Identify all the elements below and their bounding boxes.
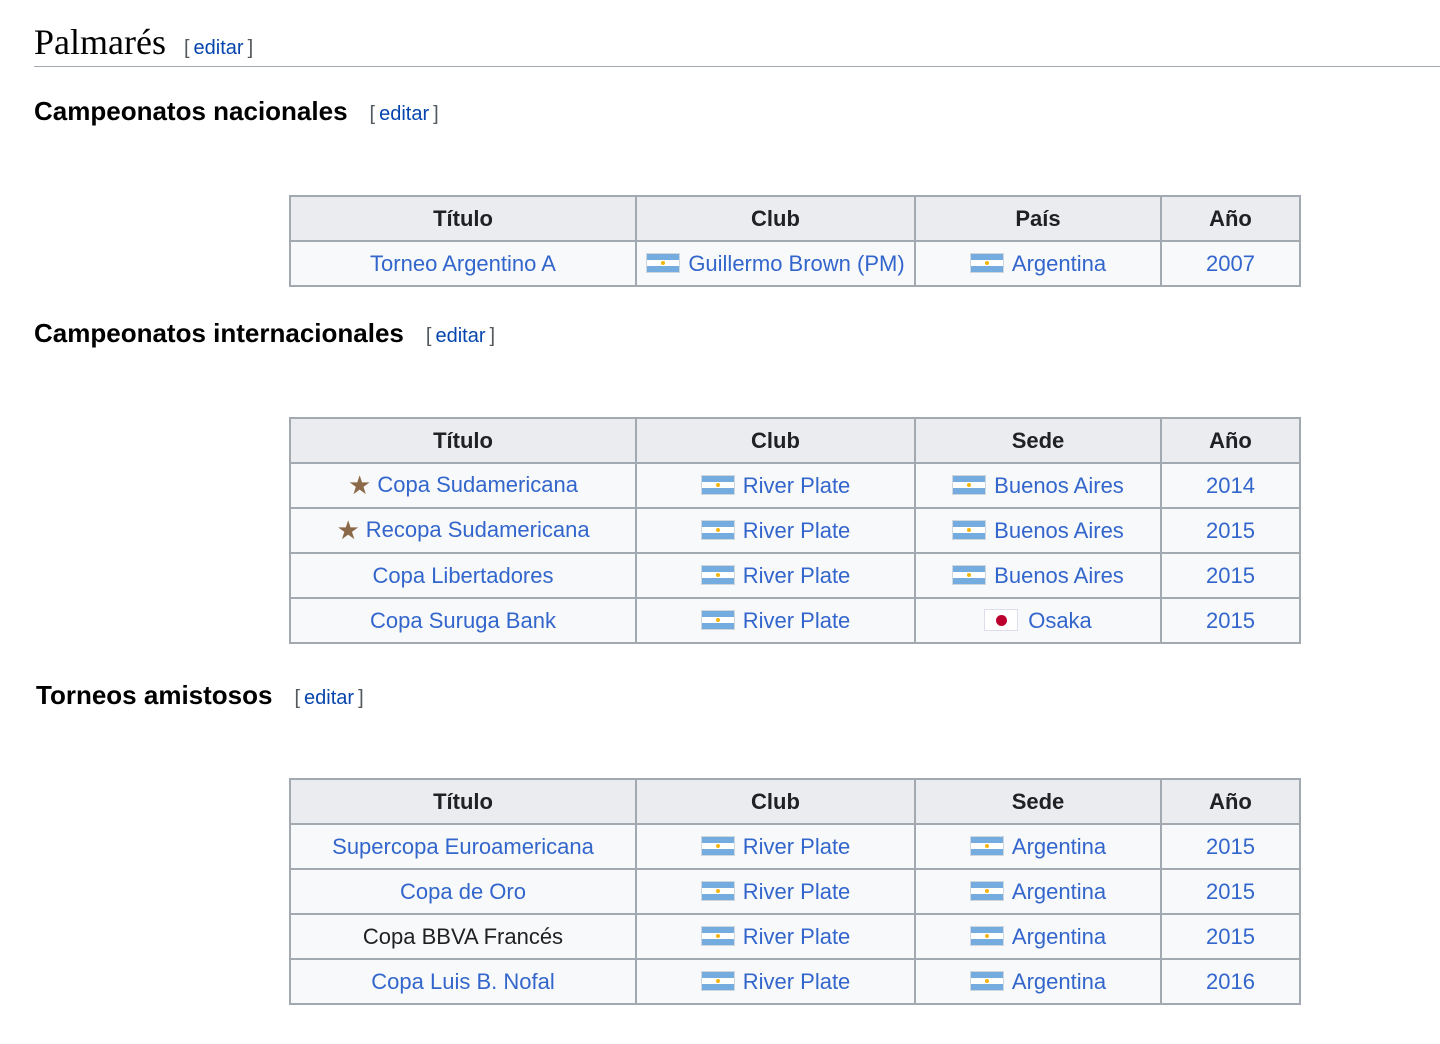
subheading-campeonatos-nacionales: Campeonatos nacionales [editar] — [34, 96, 439, 129]
club-link[interactable]: River Plate — [743, 924, 851, 949]
edit-link[interactable]: editar — [435, 325, 485, 347]
anio-link[interactable]: 2015 — [1206, 834, 1255, 859]
titulo-link[interactable]: Copa Suruga Bank — [370, 608, 556, 633]
edit-link-wrapper: [editar] — [294, 687, 364, 709]
lugar-link[interactable]: Osaka — [1028, 608, 1092, 633]
subheading-torneos-amistosos: Torneos amistosos [editar] — [36, 680, 364, 713]
club-link[interactable]: River Plate — [743, 563, 851, 588]
lugar-link[interactable]: Argentina — [1012, 879, 1106, 904]
anio-link[interactable]: 2015 — [1206, 518, 1255, 543]
argentina-flag-icon — [952, 564, 987, 585]
anio-link[interactable]: 2015 — [1206, 879, 1255, 904]
lugar-link[interactable]: Buenos Aires — [994, 563, 1124, 588]
anio-link[interactable]: 2014 — [1206, 473, 1255, 498]
table-row: ★ Copa Sudamericana River Plate Buenos Ai… — [289, 462, 1301, 509]
argentina-flag-icon — [700, 835, 735, 856]
argentina-flag-icon — [700, 609, 735, 630]
table-campeonatos-nacionales: Título Club País Año Torneo Argentino A … — [289, 195, 1301, 287]
argentina-flag-icon — [700, 474, 735, 495]
argentina-flag-icon — [952, 474, 987, 495]
header-titulo: Título — [289, 195, 637, 242]
titulo-link[interactable]: Supercopa Euroamericana — [332, 834, 594, 859]
anio-link[interactable]: 2007 — [1206, 251, 1255, 276]
header-titulo: Título — [289, 778, 637, 825]
anio-link[interactable]: 2016 — [1206, 969, 1255, 994]
lugar-link[interactable]: Argentina — [1012, 969, 1106, 994]
edit-link[interactable]: editar — [304, 687, 354, 709]
subheading-campeonatos-internacionales: Campeonatos internacionales [editar] — [34, 318, 495, 351]
club-link[interactable]: Guillermo Brown (PM) — [688, 251, 904, 276]
header-pais: País — [914, 195, 1162, 242]
argentina-flag-icon — [969, 970, 1004, 991]
edit-link-wrapper: [editar] — [369, 103, 439, 125]
anio-link[interactable]: 2015 — [1206, 563, 1255, 588]
club-link[interactable]: River Plate — [743, 834, 851, 859]
page-section-title: Palmarés — [34, 22, 166, 62]
argentina-flag-icon — [952, 519, 987, 540]
table-torneos-amistosos: Título Club Sede Año Supercopa Euroameri… — [289, 778, 1301, 1005]
argentina-flag-icon — [969, 835, 1004, 856]
header-anio: Año — [1160, 417, 1301, 464]
anio-link[interactable]: 2015 — [1206, 608, 1255, 633]
star-icon: ★ — [336, 515, 360, 545]
header-club: Club — [635, 195, 916, 242]
header-anio: Año — [1160, 778, 1301, 825]
edit-link-wrapper: [editar] — [183, 37, 254, 59]
subheading-title: Campeonatos internacionales — [34, 318, 404, 348]
table-row: Copa BBVA Francés River Plate Argentina … — [289, 913, 1301, 960]
titulo-link[interactable]: Copa Libertadores — [372, 563, 553, 588]
table-row: Copa Libertadores River Plate Buenos Air… — [289, 552, 1301, 599]
club-link[interactable]: River Plate — [743, 608, 851, 633]
titulo-text: Copa BBVA Francés — [362, 923, 564, 949]
header-club: Club — [635, 778, 916, 825]
table-row: Copa Luis B. Nofal River Plate Argentina… — [289, 958, 1301, 1005]
argentina-flag-icon — [969, 925, 1004, 946]
lugar-link[interactable]: Buenos Aires — [994, 473, 1124, 498]
lugar-link[interactable]: Argentina — [1012, 834, 1106, 859]
argentina-flag-icon — [700, 925, 735, 946]
table-campeonatos-internacionales: Título Club Sede Año ★ Copa Sudamericana … — [289, 417, 1301, 644]
subheading-title: Campeonatos nacionales — [34, 96, 348, 126]
japan-flag-icon — [984, 608, 1019, 631]
edit-link[interactable]: editar — [194, 37, 244, 59]
table-header-row: Título Club Sede Año — [289, 417, 1301, 464]
argentina-flag-icon — [969, 252, 1004, 273]
argentina-flag-icon — [700, 880, 735, 901]
table-header-row: Título Club País Año — [289, 195, 1301, 242]
lugar-link[interactable]: Buenos Aires — [994, 518, 1124, 543]
lugar-link[interactable]: Argentina — [1012, 251, 1106, 276]
argentina-flag-icon — [969, 880, 1004, 901]
lugar-link[interactable]: Argentina — [1012, 924, 1106, 949]
titulo-link[interactable]: Recopa Sudamericana — [366, 517, 590, 542]
titulo-link[interactable]: Torneo Argentino A — [370, 251, 556, 276]
header-club: Club — [635, 417, 916, 464]
header-anio: Año — [1160, 195, 1301, 242]
header-sede: Sede — [914, 417, 1162, 464]
argentina-flag-icon — [700, 564, 735, 585]
table-row: ★ Recopa Sudamericana River Plate Buenos … — [289, 507, 1301, 554]
anio-link[interactable]: 2015 — [1206, 924, 1255, 949]
edit-link-wrapper: [editar] — [425, 325, 496, 347]
subheading-title: Torneos amistosos — [36, 680, 273, 710]
titulo-link[interactable]: Copa Sudamericana — [377, 472, 578, 497]
star-icon: ★ — [348, 470, 372, 500]
titulo-link[interactable]: Copa Luis B. Nofal — [371, 969, 554, 994]
section-heading-palmares: Palmarés [editar] — [34, 22, 1440, 67]
argentina-flag-icon — [646, 252, 681, 273]
club-link[interactable]: River Plate — [743, 518, 851, 543]
club-link[interactable]: River Plate — [743, 969, 851, 994]
table-row: Supercopa Euroamericana River Plate Arge… — [289, 823, 1301, 870]
titulo-link[interactable]: Copa de Oro — [400, 879, 526, 904]
table-row: Torneo Argentino A Guillermo Brown (PM) … — [289, 240, 1301, 287]
club-link[interactable]: River Plate — [743, 473, 851, 498]
argentina-flag-icon — [700, 970, 735, 991]
argentina-flag-icon — [700, 519, 735, 540]
edit-link[interactable]: editar — [379, 103, 429, 125]
table-row: Copa Suruga Bank River Plate Osaka 2015 — [289, 597, 1301, 644]
header-sede: Sede — [914, 778, 1162, 825]
table-header-row: Título Club Sede Año — [289, 778, 1301, 825]
club-link[interactable]: River Plate — [743, 879, 851, 904]
table-row: Copa de Oro River Plate Argentina 2015 — [289, 868, 1301, 915]
header-titulo: Título — [289, 417, 637, 464]
